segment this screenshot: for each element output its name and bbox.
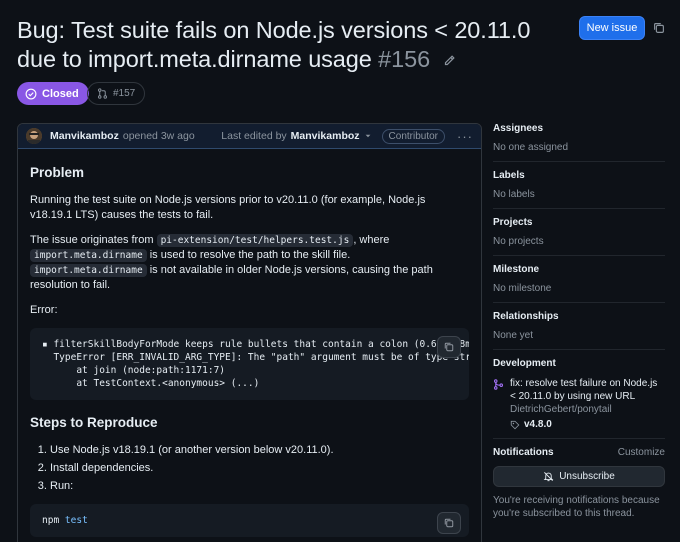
sidebar-title: Labels [493,170,525,181]
origin-text-2: , where [353,234,390,246]
origin-paragraph: The issue originates from pi-extension/t… [30,233,469,293]
avatar[interactable] [26,128,42,144]
linked-pr-badge[interactable]: #157 [87,82,146,105]
list-item: Run: [50,479,469,494]
inline-code-helpers-path: pi-extension/test/helpers.test.js [156,234,354,247]
linked-pr-number: #157 [113,88,136,99]
sidebar-title[interactable]: Development [493,358,665,369]
comment-body: Problem Running the test suite on Node.j… [18,149,481,537]
command-arg: test [64,515,88,526]
origin-text-3: is used to resolve the path to the skill… [146,249,351,261]
issue-comment: Manvikamboz opened 3w ago Last edited by… [17,123,482,542]
sidebar-value: No labels [493,189,535,200]
sidebar-assignees[interactable]: Assignees No one assigned [493,123,665,162]
sidebar-value: No milestone [493,283,552,294]
error-line: at join (node:path:1171:7) [42,365,226,376]
sidebar-notifications: Notifications Customize Unsubscribe You'… [493,447,665,520]
release-tag[interactable]: v4.8.0 [510,419,665,430]
error-line: at TestContext.<anonymous> (...) [42,378,260,389]
issue-state-badge: Closed [17,82,89,105]
copy-link-icon[interactable] [652,21,666,35]
error-line: TypeError [ERR_INVALID_ARG_TYPE]: The "p… [53,352,469,363]
list-item: Use Node.js v18.19.1 (or another version… [50,443,469,458]
release-tag-label: v4.8.0 [524,419,552,430]
sidebar-projects[interactable]: Projects No projects [493,217,665,256]
last-edited-author[interactable]: Manvikamboz [291,130,360,142]
copy-command-button[interactable] [437,512,461,534]
copy-icon [444,342,454,352]
heading-problem: Problem [30,165,85,180]
issue-number: #156 [378,46,431,72]
chevron-down-icon[interactable] [364,132,372,140]
sidebar-labels[interactable]: Labels No labels [493,170,665,209]
comment-author[interactable]: Manvikamboz [50,130,119,142]
command-bin: npm [42,515,60,526]
more-options-icon[interactable]: ··· [457,129,473,144]
unsubscribe-button[interactable]: Unsubscribe [493,466,665,487]
heading-steps: Steps to Reproduce [30,415,158,430]
issue-title: Bug: Test suite fails on Node.js version… [17,16,562,74]
contributor-badge: Contributor [381,128,445,144]
sidebar-value: No one assigned [493,142,569,153]
sidebar-title: Projects [493,217,533,228]
steps-list: Use Node.js v18.19.1 (or another version… [30,443,469,494]
error-label: Error: [30,304,58,316]
check-circle-icon [25,88,37,99]
sidebar-title: Notifications Customize [493,447,665,458]
comment-header-meta: Last edited by Manvikamboz Contributor ·… [221,128,473,144]
issue-state-label: Closed [42,87,79,100]
comment-opened-time: opened 3w ago [122,130,195,142]
notifications-description: You're receiving notifications because y… [493,495,660,519]
sidebar-milestone[interactable]: Milestone No milestone [493,264,665,303]
sidebar-value: None yet [493,330,534,341]
notifications-title: Notifications [493,447,554,458]
error-line: ▪ filterSkillBodyForMode keeps rule bull… [42,339,469,350]
edit-pencil-icon[interactable] [442,54,456,68]
tag-icon [510,420,520,429]
problem-paragraph: Running the test suite on Node.js versio… [30,194,426,221]
copy-icon [444,518,454,528]
pull-request-icon [98,88,107,99]
sidebar-development: Development fix: resolve test failure on… [493,358,665,439]
inline-code-dirname-2: import.meta.dirname [30,264,147,277]
bell-slash-icon [543,472,554,482]
unsubscribe-label: Unsubscribe [559,471,615,482]
origin-text-1: The issue originates from [30,234,157,246]
linked-pr-title[interactable]: fix: resolve test failure on Node.js < 2… [510,377,665,403]
list-item: Install dependencies. [50,461,469,476]
sidebar-value: No projects [493,236,544,247]
comment-header: Manvikamboz opened 3w ago Last edited by… [18,124,481,149]
sidebar-title: Relationships [493,311,559,322]
linked-pr-repo: DietrichGebert/ponytail [510,404,612,415]
inline-code-dirname: import.meta.dirname [30,249,147,262]
sidebar-title: Milestone [493,264,540,275]
copy-code-button[interactable] [437,336,461,358]
merged-pr-icon [493,379,504,390]
new-issue-button[interactable]: New issue [579,16,645,40]
sidebar-title: Assignees [493,123,544,134]
issue-sidebar: Assignees No one assigned Labels No labe… [493,123,665,520]
sidebar-relationships[interactable]: Relationships None yet [493,311,665,350]
error-code-block: ▪ filterSkillBodyForMode keeps rule bull… [30,328,469,400]
customize-link[interactable]: Customize [618,447,665,458]
command-code-block: npm test [30,504,469,537]
linked-pull-request[interactable]: fix: resolve test failure on Node.js < 2… [493,377,665,430]
last-edited-prefix: Last edited by [221,130,287,142]
